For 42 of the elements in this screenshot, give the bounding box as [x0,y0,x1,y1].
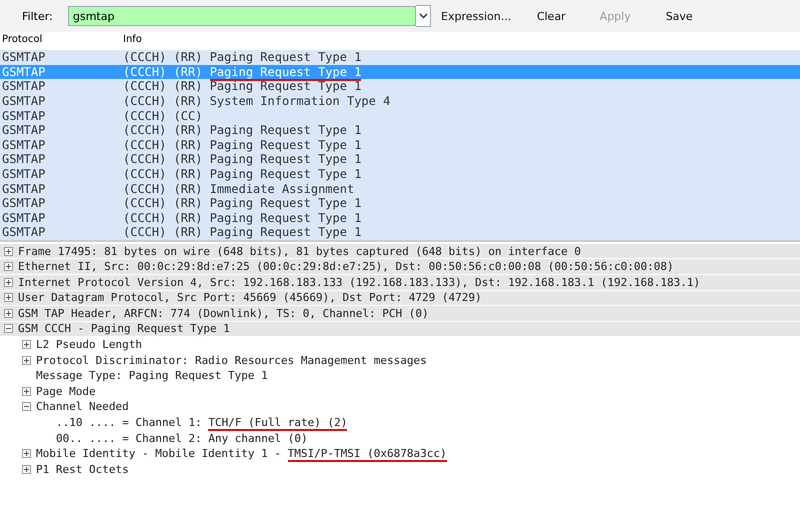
detail-text[interactable]: Message Type: Paging Request Type 1 [36,369,268,382]
packet-row[interactable]: GSMTAP (CCCH) (RR) Paging Request Type 1 [0,210,800,226]
tree-toggle-icon[interactable] [22,386,31,396]
tree-toggle-icon[interactable] [22,340,31,350]
packet-row[interactable]: GSMTAP (CCCH) (RR) Paging Request Type 1 [0,79,800,94]
packet-row[interactable]: GSMTAP (CCCH) (RR) Paging Request Type 1 [0,122,800,138]
packet-row[interactable]: GSMTAP (CCCH) (RR) Paging Request Type 1 [0,196,800,211]
chevron-down-icon [418,13,428,19]
packet-row[interactable]: GSMTAP (CCCH) (RR) Immediate Assignment [0,181,800,196]
detail-text[interactable]: Protocol Discriminator: Radio Resources Management messages [36,354,427,367]
filter-label: Filter: [22,10,54,22]
detail-text[interactable]: ..10 .... = Channel 1: TCH/F (Full rate) (2) [56,416,348,430]
tree-toggle-icon[interactable] [4,293,13,302]
detail-text[interactable]: P1 Rest Octets [36,462,129,476]
detail-text[interactable]: Mobile Identity - Mobile Identity 1 - TMSI/P-TMSI (0x6878a3cc) [36,447,447,460]
packet-row[interactable]: GSMTAP (CCCH) (RR) Paging Request Type 1 [0,152,800,167]
tree-toggle-icon[interactable] [4,262,13,272]
column-header[interactable]: Protocol [0,34,123,44]
tree-toggle-icon[interactable] [4,246,13,256]
packet-row[interactable]: GSMTAP (CCCH) (RR) Paging Request Type 1 [0,166,800,182]
column-header[interactable]: Info [123,34,142,44]
tree-toggle-icon[interactable] [4,324,13,334]
dropdown-button[interactable] [416,5,431,27]
packet-row[interactable]: GSMTAP (CCCH) (RR) Paging Request Type 1 [0,138,800,152]
toolbar-button[interactable]: Clear [521,6,582,26]
packet-row[interactable]: GSMTAP (CCCH) (RR) Paging Request Type 1 [0,225,800,240]
detail-text[interactable]: L2 Pseudo Length [36,338,142,352]
tree-toggle-icon[interactable] [22,356,31,365]
tree-toggle-icon[interactable] [4,278,13,287]
tree-toggle-icon[interactable] [4,308,13,318]
packet-row[interactable]: GSMTAP (CCCH) (CC) [0,108,800,123]
toolbar-button[interactable]: Save [649,6,710,26]
packet-row[interactable]: GSMTAP (CCCH) (RR) System Information Type 4 [0,94,800,108]
detail-text[interactable]: Channel Needed [36,400,129,414]
tree-toggle-icon[interactable] [22,449,31,458]
packet-row[interactable]: GSMTAP (CCCH) (RR) Paging Request Type 1 [0,50,800,65]
detail-text[interactable]: 00.. .... = Channel 2: Any channel (0) [56,432,308,445]
detail-text[interactable]: Page Mode [36,384,96,398]
toolbar-button[interactable]: Expression... [435,6,518,26]
filter-field[interactable]: gsmtap [68,6,416,26]
tree-toggle-icon[interactable] [22,402,31,412]
tree-toggle-icon[interactable] [22,464,31,474]
